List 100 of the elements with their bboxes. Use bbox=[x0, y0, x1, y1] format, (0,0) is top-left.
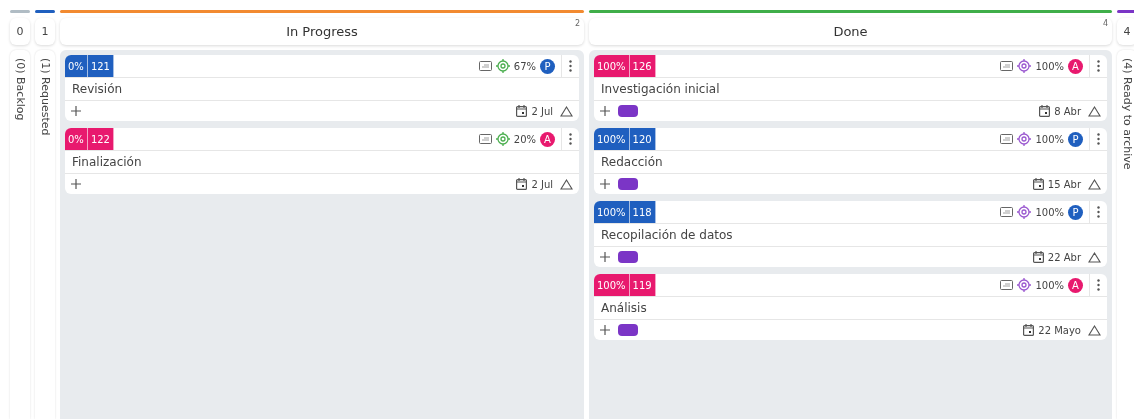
target-icon bbox=[1017, 59, 1032, 73]
column-number: 4 bbox=[1123, 25, 1131, 38]
task-card[interactable]: 100% 118 100% P Recopilación de datos 22 Abr bbox=[594, 201, 1107, 267]
tag[interactable] bbox=[618, 324, 638, 336]
plus-icon bbox=[600, 325, 610, 335]
id-badge: 121 bbox=[87, 55, 114, 77]
tag[interactable] bbox=[618, 251, 638, 263]
target-icon bbox=[1017, 278, 1032, 292]
id-badge: 118 bbox=[629, 201, 656, 223]
goal-percent: 100% bbox=[1035, 133, 1064, 145]
percent-badge: 0% bbox=[65, 128, 88, 150]
more-icon bbox=[1097, 60, 1100, 72]
percent-badge: 0% bbox=[65, 55, 88, 77]
add-button[interactable] bbox=[600, 106, 610, 116]
plus-icon bbox=[600, 252, 610, 262]
card-title: Revisión bbox=[72, 82, 123, 96]
plus-icon bbox=[71, 106, 81, 116]
avatar[interactable]: A bbox=[1068, 58, 1083, 74]
target-icon bbox=[1017, 132, 1032, 146]
column-header[interactable]: 4 bbox=[1117, 18, 1134, 45]
id-badge: 119 bbox=[629, 274, 656, 296]
due-date: 2 Jul bbox=[531, 105, 553, 117]
note-icon bbox=[478, 61, 492, 71]
id-badge: 126 bbox=[629, 55, 656, 77]
task-card[interactable]: 100% 119 100% A Análisis 22 Mayo bbox=[594, 274, 1107, 340]
card-count: 4 bbox=[1102, 19, 1108, 28]
more-icon bbox=[1097, 279, 1100, 291]
note-icon bbox=[1000, 134, 1014, 144]
plus-icon bbox=[600, 179, 610, 189]
id-badge: 120 bbox=[629, 128, 656, 150]
add-button[interactable] bbox=[71, 179, 81, 189]
add-button[interactable] bbox=[600, 179, 610, 189]
avatar[interactable]: P bbox=[540, 58, 555, 74]
task-card[interactable]: 100% 126 100% A Investigación inicial 8 Abr bbox=[594, 55, 1107, 121]
target-icon bbox=[495, 59, 510, 73]
column-number: 1 bbox=[41, 25, 49, 38]
column-label: (4) Ready to archive bbox=[1120, 58, 1134, 170]
calendar-icon bbox=[1032, 251, 1044, 263]
due-date: 22 Abr bbox=[1047, 251, 1081, 263]
percent-badge: 100% bbox=[594, 274, 630, 296]
calendar-icon bbox=[516, 105, 528, 117]
calendar-icon bbox=[516, 178, 528, 190]
avatar[interactable]: P bbox=[1068, 131, 1083, 147]
note-icon bbox=[1000, 207, 1014, 217]
collapsed-column[interactable]: (4) Ready to archive bbox=[1117, 50, 1134, 419]
column-header[interactable]: 1 bbox=[35, 18, 55, 45]
target-icon bbox=[495, 132, 510, 146]
note-icon bbox=[1000, 61, 1014, 71]
tag[interactable] bbox=[618, 105, 638, 117]
column-label: (0) Backlog bbox=[13, 58, 27, 121]
percent-badge: 100% bbox=[594, 55, 630, 77]
column-header[interactable]: In Progress 2 bbox=[60, 18, 584, 45]
avatar[interactable]: A bbox=[1068, 277, 1083, 293]
avatar[interactable]: A bbox=[540, 131, 555, 147]
due-date: 22 Mayo bbox=[1038, 324, 1081, 336]
column-header[interactable]: Done 4 bbox=[589, 18, 1112, 45]
more-icon bbox=[569, 133, 572, 145]
triangle-icon bbox=[1088, 178, 1101, 190]
triangle-icon bbox=[1088, 251, 1101, 263]
column-number: 0 bbox=[16, 25, 24, 38]
target-icon bbox=[1017, 205, 1032, 219]
add-button[interactable] bbox=[71, 106, 81, 116]
card-title: Redacción bbox=[601, 155, 663, 169]
due-date: 2 Jul bbox=[531, 178, 553, 190]
more-icon bbox=[1097, 206, 1100, 218]
task-card[interactable]: 0% 122 20% A Finalización 2 Jul bbox=[65, 128, 579, 194]
id-badge: 122 bbox=[87, 128, 114, 150]
note-icon bbox=[1000, 280, 1014, 290]
card-title: Investigación inicial bbox=[601, 82, 720, 96]
goal-percent: 100% bbox=[1035, 60, 1064, 72]
collapsed-column[interactable]: (0) Backlog bbox=[10, 50, 30, 419]
tag[interactable] bbox=[618, 178, 638, 190]
due-date: 15 Abr bbox=[1047, 178, 1081, 190]
card-title: Recopilación de datos bbox=[601, 228, 733, 242]
triangle-icon bbox=[560, 105, 573, 117]
plus-icon bbox=[600, 106, 610, 116]
card-title: Finalización bbox=[72, 155, 142, 169]
card-title: Análisis bbox=[601, 301, 647, 315]
more-icon bbox=[569, 60, 572, 72]
triangle-icon bbox=[560, 178, 573, 190]
task-card[interactable]: 100% 120 100% P Redacción 15 Abr bbox=[594, 128, 1107, 194]
due-date: 8 Abr bbox=[1054, 105, 1081, 117]
card-count: 2 bbox=[574, 19, 580, 28]
add-button[interactable] bbox=[600, 252, 610, 262]
goal-percent: 67% bbox=[513, 60, 536, 72]
calendar-icon bbox=[1039, 105, 1051, 117]
more-icon bbox=[1097, 133, 1100, 145]
column-title: Done bbox=[833, 24, 868, 39]
add-button[interactable] bbox=[600, 325, 610, 335]
goal-percent: 100% bbox=[1035, 279, 1064, 291]
triangle-icon bbox=[1088, 105, 1101, 117]
avatar[interactable]: P bbox=[1068, 204, 1083, 220]
plus-icon bbox=[71, 179, 81, 189]
percent-badge: 100% bbox=[594, 128, 630, 150]
collapsed-column[interactable]: (1) Requested bbox=[35, 50, 55, 419]
goal-percent: 20% bbox=[513, 133, 536, 145]
column-header[interactable]: 0 bbox=[10, 18, 30, 45]
percent-badge: 100% bbox=[594, 201, 630, 223]
task-card[interactable]: 0% 121 67% P Revisión 2 Jul bbox=[65, 55, 579, 121]
triangle-icon bbox=[1088, 324, 1101, 336]
